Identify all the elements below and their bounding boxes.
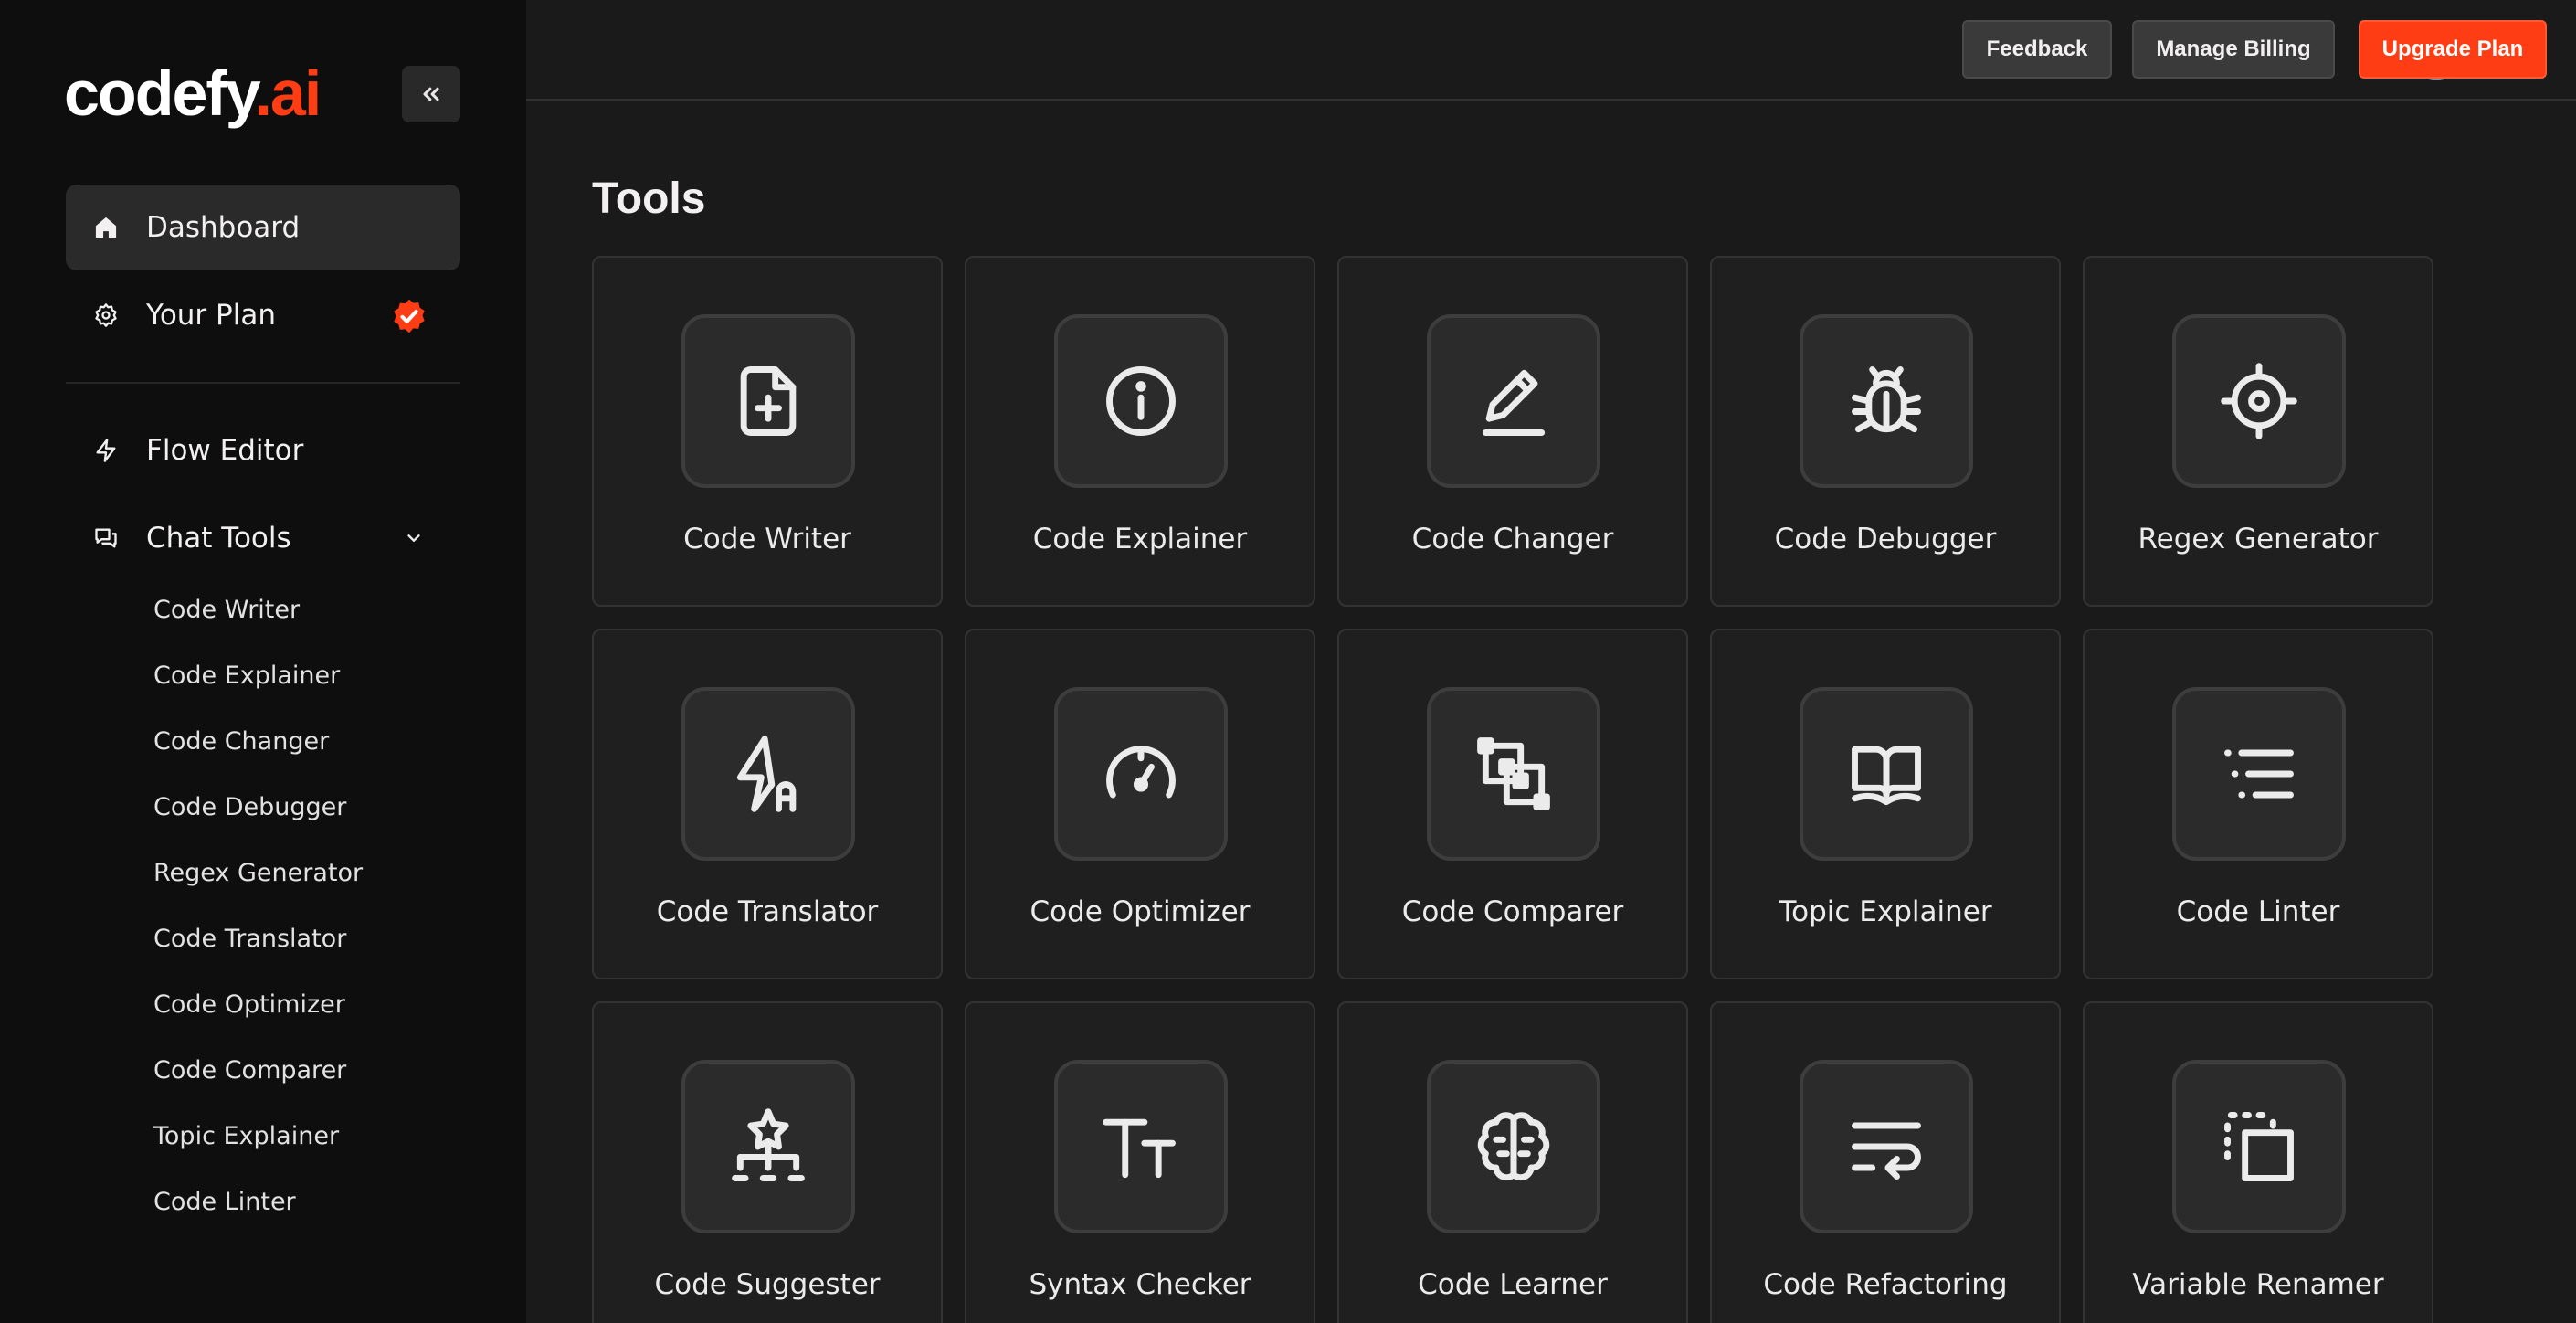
tool-card-title: Code Suggester bbox=[654, 1268, 881, 1301]
sidebar-item-dashboard[interactable]: Dashboard bbox=[66, 185, 460, 270]
submenu-item-code-comparer[interactable]: Code Comparer bbox=[153, 1053, 346, 1089]
sidebar-item-chat-tools[interactable]: Chat Tools bbox=[66, 495, 460, 581]
gear-badge-icon bbox=[95, 303, 117, 327]
tool-card-title: Code Translator bbox=[656, 895, 879, 928]
tool-card-code-writer[interactable]: Code Writer bbox=[592, 256, 943, 607]
book-icon bbox=[1852, 746, 1921, 806]
app-root: codefy.ai Dashboard Your Plan Flow Edito… bbox=[0, 0, 2576, 1323]
brain-icon bbox=[1477, 1112, 1550, 1181]
overlap-squares-icon bbox=[1477, 737, 1550, 810]
tool-card-regex-generator[interactable]: Regex Generator bbox=[2083, 256, 2433, 607]
tool-card-title: Code Debugger bbox=[1774, 523, 1997, 556]
chevron-down-icon[interactable] bbox=[404, 528, 424, 548]
submenu-item-code-explainer[interactable]: Code Explainer bbox=[153, 658, 340, 694]
feedback-button[interactable]: Feedback bbox=[1962, 20, 2112, 79]
tool-card-title: Code Learner bbox=[1418, 1268, 1608, 1301]
bolt-a-icon bbox=[736, 736, 797, 812]
tool-icon-box bbox=[681, 687, 855, 861]
tool-icon-box bbox=[1800, 1060, 1973, 1233]
tool-card-code-explainer[interactable]: Code Explainer bbox=[965, 256, 1315, 607]
tool-card-code-linter[interactable]: Code Linter bbox=[2083, 629, 2433, 979]
tool-icon-box bbox=[1054, 1060, 1228, 1233]
tool-card-code-learner[interactable]: Code Learner bbox=[1337, 1001, 1688, 1323]
submenu-item-code-writer[interactable]: Code Writer bbox=[153, 592, 300, 629]
tool-icon-box bbox=[2172, 1060, 2346, 1233]
gauge-icon bbox=[1106, 746, 1176, 799]
tool-icon-box bbox=[1800, 314, 1973, 488]
page-title: Tools bbox=[592, 175, 706, 223]
tool-card-title: Code Linter bbox=[2176, 895, 2340, 928]
tool-card-variable-renamer[interactable]: Variable Renamer bbox=[2083, 1001, 2433, 1323]
sidebar-item-your-plan[interactable]: Your Plan bbox=[66, 272, 460, 358]
tool-card-code-debugger[interactable]: Code Debugger bbox=[1710, 256, 2061, 607]
text-size-icon bbox=[1103, 1118, 1176, 1179]
tool-icon-box bbox=[1054, 687, 1228, 861]
info-icon bbox=[1106, 366, 1176, 436]
tool-icon-box bbox=[681, 1060, 855, 1233]
submenu-item-code-changer[interactable]: Code Changer bbox=[153, 724, 329, 760]
chevrons-left-icon bbox=[423, 87, 439, 101]
tool-card-title: Code Changer bbox=[1411, 523, 1614, 556]
copy-dashed-icon bbox=[2224, 1112, 2294, 1181]
collapse-sidebar-button[interactable] bbox=[402, 66, 460, 122]
tool-icon-box bbox=[2172, 314, 2346, 488]
brand-name-accent: .ai bbox=[254, 58, 322, 129]
tool-card-title: Code Comparer bbox=[1401, 895, 1624, 928]
submenu-item-code-translator[interactable]: Code Translator bbox=[153, 921, 346, 958]
tool-card-title: Topic Explainer bbox=[1779, 895, 1992, 928]
submenu-item-code-debugger[interactable]: Code Debugger bbox=[153, 789, 346, 826]
tool-icon-box bbox=[1054, 314, 1228, 488]
tool-card-code-changer[interactable]: Code Changer bbox=[1337, 256, 1688, 607]
tool-card-code-refactoring[interactable]: Code Refactoring bbox=[1710, 1001, 2061, 1323]
sidebar-divider bbox=[66, 382, 460, 384]
tool-card-title: Variable Renamer bbox=[2132, 1268, 2384, 1301]
sidebar: codefy.ai Dashboard Your Plan Flow Edito… bbox=[0, 0, 526, 1323]
chat-icon bbox=[95, 528, 117, 548]
submenu-item-code-optimizer[interactable]: Code Optimizer bbox=[153, 987, 345, 1023]
tool-card-syntax-checker[interactable]: Syntax Checker bbox=[965, 1001, 1315, 1323]
tool-card-code-translator[interactable]: Code Translator bbox=[592, 629, 943, 979]
tool-card-code-suggester[interactable]: Code Suggester bbox=[592, 1001, 943, 1323]
submenu-item-regex-generator[interactable]: Regex Generator bbox=[153, 855, 363, 892]
verified-badge-icon bbox=[394, 299, 425, 333]
target-icon bbox=[2221, 363, 2297, 439]
top-bar: Feedback Manage Billing Upgrade Plan bbox=[526, 0, 2576, 101]
upgrade-plan-button[interactable]: Upgrade Plan bbox=[2359, 20, 2547, 79]
submenu-item-code-linter[interactable]: Code Linter bbox=[153, 1184, 296, 1221]
tool-card-title: Syntax Checker bbox=[1029, 1268, 1251, 1301]
tool-card-title: Regex Generator bbox=[2138, 523, 2379, 556]
sidebar-item-label: Flow Editor bbox=[146, 434, 304, 467]
tool-card-title: Code Explainer bbox=[1032, 523, 1248, 556]
tool-card-code-optimizer[interactable]: Code Optimizer bbox=[965, 629, 1315, 979]
brand-name: codefy bbox=[64, 58, 256, 129]
hierarchy-star-icon bbox=[732, 1108, 805, 1181]
tool-card-code-comparer[interactable]: Code Comparer bbox=[1337, 629, 1688, 979]
tool-card-title: Code Refactoring bbox=[1763, 1268, 2008, 1301]
tool-card-title: Code Writer bbox=[683, 523, 851, 556]
bug-icon bbox=[1852, 366, 1921, 433]
manage-billing-button[interactable]: Manage Billing bbox=[2132, 20, 2335, 79]
text-wrap-icon bbox=[1852, 1122, 1921, 1180]
sidebar-item-flow-editor[interactable]: Flow Editor bbox=[66, 407, 460, 493]
tool-icon-box bbox=[1427, 314, 1600, 488]
tool-icon-box bbox=[681, 314, 855, 488]
brand-logo[interactable]: codefy.ai bbox=[64, 57, 322, 130]
tool-icon-box bbox=[1800, 687, 1973, 861]
tool-icon-box bbox=[1427, 1060, 1600, 1233]
sidebar-item-label: Chat Tools bbox=[146, 522, 291, 555]
sidebar-item-label: Your Plan bbox=[146, 299, 276, 332]
home-icon bbox=[95, 217, 117, 238]
tool-card-topic-explainer[interactable]: Topic Explainer bbox=[1710, 629, 2061, 979]
list-lines-icon bbox=[2224, 749, 2294, 799]
tool-card-title: Code Optimizer bbox=[1029, 895, 1251, 928]
sidebar-item-label: Dashboard bbox=[146, 211, 301, 244]
submenu-item-topic-explainer[interactable]: Topic Explainer bbox=[153, 1118, 339, 1155]
tool-icon-box bbox=[1427, 687, 1600, 861]
pencil-icon bbox=[1482, 369, 1546, 436]
lightning-icon bbox=[96, 439, 116, 462]
file-plus-icon bbox=[740, 366, 797, 436]
tool-icon-box bbox=[2172, 687, 2346, 861]
